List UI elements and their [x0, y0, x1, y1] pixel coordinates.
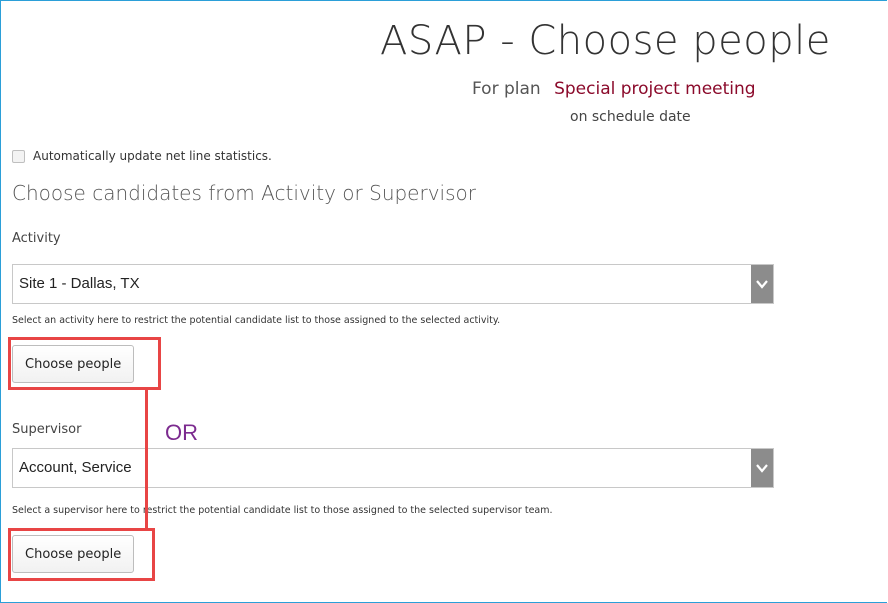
plan-name: Special project meeting [554, 79, 756, 99]
activity-label: Activity [12, 231, 61, 246]
supervisor-help-text: Select a supervisor here to restrict the… [12, 505, 553, 516]
activity-dropdown-button[interactable] [751, 265, 773, 303]
section-heading: Choose candidates from Activity or Super… [12, 181, 476, 205]
highlight-box-supervisor [8, 528, 155, 581]
activity-select[interactable]: Site 1 - Dallas, TX [12, 264, 774, 304]
plan-line: For plan Special project meeting [472, 79, 756, 99]
auto-update-checkbox[interactable] [12, 149, 25, 163]
highlight-box-activity [8, 337, 161, 390]
activity-help-text: Select an activity here to restrict the … [12, 315, 501, 326]
activity-selected-value: Site 1 - Dallas, TX [19, 275, 140, 292]
page-title: ASAP - Choose people [380, 18, 831, 64]
schedule-date-text: on schedule date [570, 109, 691, 125]
auto-update-label: Automatically update net line statistics… [33, 149, 272, 163]
auto-update-option[interactable]: Automatically update net line statistics… [12, 149, 272, 163]
chevron-down-icon [756, 464, 768, 473]
supervisor-dropdown-button[interactable] [751, 449, 773, 487]
highlight-connector-line [145, 389, 148, 530]
supervisor-label: Supervisor [12, 422, 82, 437]
chevron-down-icon [756, 280, 768, 289]
supervisor-selected-value: Account, Service [19, 459, 132, 476]
or-annotation: OR [165, 420, 198, 445]
supervisor-select[interactable]: Account, Service [12, 448, 774, 488]
plan-prefix: For plan [472, 79, 541, 99]
